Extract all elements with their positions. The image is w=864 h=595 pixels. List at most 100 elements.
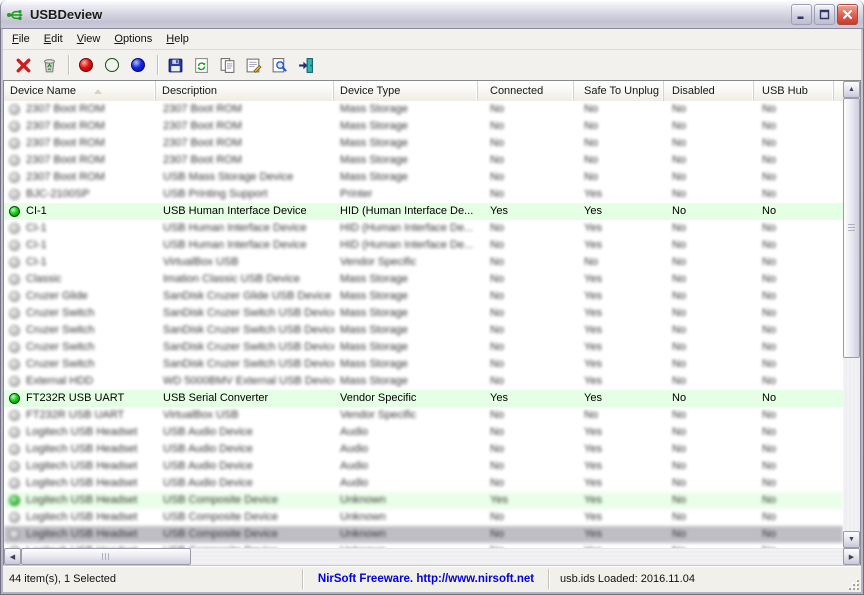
- horizontal-scroll-thumb[interactable]: [21, 548, 191, 565]
- device-status-icon: [9, 240, 20, 251]
- device-status-icon: [9, 257, 20, 268]
- device-row-2307-boot-rom[interactable]: 2307 Boot ROMUSB Mass Storage DeviceMass…: [4, 169, 843, 186]
- device-status-icon: [9, 206, 20, 217]
- device-list: Device NameDescriptionDevice TypeConnect…: [3, 80, 861, 566]
- column-header-description[interactable]: Description: [156, 81, 334, 101]
- status-item-count: 44 item(s), 1 Selected: [3, 566, 308, 592]
- device-row-logitech-usb-headset[interactable]: Logitech USB HeadsetUSB Audio DeviceAudi…: [4, 458, 843, 475]
- enable-device-button[interactable]: [100, 53, 124, 77]
- device-row-cruzer-switch[interactable]: Cruzer SwitchSanDisk Cruzer Switch USB D…: [4, 305, 843, 322]
- device-row-cruzer-switch[interactable]: Cruzer SwitchSanDisk Cruzer Switch USB D…: [4, 322, 843, 339]
- device-status-icon: [9, 529, 20, 540]
- vertical-scroll-thumb[interactable]: [843, 98, 860, 358]
- device-status-icon: [9, 189, 20, 200]
- scroll-down-button[interactable]: ▼: [843, 531, 860, 548]
- menu-help[interactable]: Help: [159, 31, 196, 47]
- menu-options[interactable]: Options: [107, 31, 159, 47]
- device-status-icon: [9, 138, 20, 149]
- recycle-bin-icon: [41, 57, 58, 74]
- scroll-left-button[interactable]: ◀: [4, 548, 21, 565]
- device-status-icon: [9, 410, 20, 421]
- blue-ball-icon: [131, 58, 145, 72]
- device-row-bjc-2100sp[interactable]: BJC-2100SPUSB Printing SupportPrinterNoY…: [4, 186, 843, 203]
- toolbar-separator: [68, 55, 69, 75]
- device-row-ci-1[interactable]: CI-1USB Human Interface DeviceHID (Human…: [4, 237, 843, 254]
- device-row-ci-1[interactable]: CI-1USB Human Interface DeviceHID (Human…: [4, 203, 843, 220]
- device-row-ft232r-usb-uart[interactable]: FT232R USB UARTVirtualBox USBVendor Spec…: [4, 407, 843, 424]
- device-row-external-hdd[interactable]: External HDDWD 5000BMV External USB Devi…: [4, 373, 843, 390]
- column-header-disabled[interactable]: Disabled: [664, 81, 754, 101]
- nirsoft-link[interactable]: NirSoft Freeware. http://www.nirsoft.net: [318, 573, 534, 585]
- device-status-icon: [9, 427, 20, 438]
- refresh-button[interactable]: [189, 53, 213, 77]
- device-status-icon: [9, 478, 20, 489]
- status-usbids: usb.ids Loaded: 2016.11.04: [550, 566, 845, 592]
- device-status-icon: [9, 325, 20, 336]
- uninstall-selected-button[interactable]: [11, 53, 35, 77]
- properties-button[interactable]: [241, 53, 265, 77]
- device-row-ci-1[interactable]: CI-1USB Human Interface DeviceHID (Human…: [4, 220, 843, 237]
- menu-edit[interactable]: Edit: [37, 31, 70, 47]
- device-row-logitech-usb-headset[interactable]: Logitech USB HeadsetUSB Composite Device…: [4, 509, 843, 526]
- exit-door-icon: [297, 57, 314, 74]
- device-status-icon: [9, 461, 20, 472]
- device-row-ft232r-usb-uart[interactable]: FT232R USB UARTUSB Serial ConverterVendo…: [4, 390, 843, 407]
- horizontal-scrollbar[interactable]: ◀ ▶: [4, 548, 860, 565]
- title-bar[interactable]: USBDeview: [0, 0, 864, 29]
- menu-bar: FileEditViewOptionsHelp: [3, 29, 861, 50]
- status-divider: [302, 569, 303, 589]
- app-usb-icon: [6, 7, 24, 23]
- device-row-logitech-usb-headset[interactable]: Logitech USB HeadsetUSB Audio DeviceAudi…: [4, 441, 843, 458]
- device-row-cruzer-switch[interactable]: Cruzer SwitchSanDisk Cruzer Switch USB D…: [4, 356, 843, 373]
- usbdeview-window: USBDeview FileEditViewOptionsHelp Device…: [0, 0, 864, 595]
- device-row-2307-boot-rom[interactable]: 2307 Boot ROM2307 Boot ROMMass StorageNo…: [4, 118, 843, 135]
- column-header-safe-to-unplug[interactable]: Safe To Unplug: [574, 81, 664, 101]
- sort-ascending-icon: [94, 89, 102, 94]
- save-button[interactable]: [163, 53, 187, 77]
- device-status-icon: [9, 376, 20, 387]
- disable-device-button[interactable]: [74, 53, 98, 77]
- find-button[interactable]: [267, 53, 291, 77]
- device-row-2307-boot-rom[interactable]: 2307 Boot ROM2307 Boot ROMMass StorageNo…: [4, 135, 843, 152]
- device-row-logitech-usb-headset[interactable]: Logitech USB HeadsetUSB Audio DeviceAudi…: [4, 424, 843, 441]
- device-row-logitech-usb-headset[interactable]: Logitech USB HeadsetUSB Audio DeviceAudi…: [4, 475, 843, 492]
- status-bar: 44 item(s), 1 Selected NirSoft Freeware.…: [3, 566, 861, 592]
- vertical-scrollbar[interactable]: ▲ ▼: [843, 81, 860, 548]
- device-row-logitech-usb-headset[interactable]: Logitech USB HeadsetUSB Composite Device…: [4, 526, 843, 543]
- red-ball-icon: [79, 58, 93, 72]
- close-button[interactable]: [837, 4, 858, 25]
- open-in-regedit-button[interactable]: [37, 53, 61, 77]
- resize-grip[interactable]: [847, 578, 860, 591]
- device-row-2307-boot-rom[interactable]: 2307 Boot ROM2307 Boot ROMMass StorageNo…: [4, 101, 843, 118]
- scroll-right-button[interactable]: ▶: [843, 548, 860, 565]
- column-header-usb-hub[interactable]: USB Hub: [754, 81, 834, 101]
- column-header-device-type[interactable]: Device Type: [334, 81, 478, 101]
- device-row-cruzer-switch[interactable]: Cruzer SwitchSanDisk Cruzer Switch USB D…: [4, 339, 843, 356]
- device-status-icon: [9, 104, 20, 115]
- menu-file[interactable]: File: [5, 31, 37, 47]
- column-header-connected[interactable]: Connected: [478, 81, 574, 101]
- window-title: USBDeview: [30, 7, 789, 22]
- device-status-icon: [9, 172, 20, 183]
- disable-enable-device-button[interactable]: [126, 53, 150, 77]
- device-row-cruzer-glide[interactable]: Cruzer GlideSanDisk Cruzer Glide USB Dev…: [4, 288, 843, 305]
- device-status-icon: [9, 155, 20, 166]
- column-header-device-name[interactable]: Device Name: [4, 81, 156, 101]
- green-ball-icon: [105, 58, 119, 72]
- device-row-ci-1[interactable]: CI-1VirtualBox USBVendor SpecificNoNoNoN…: [4, 254, 843, 271]
- device-status-icon: [9, 223, 20, 234]
- copy-button[interactable]: [215, 53, 239, 77]
- minimize-icon: [795, 8, 808, 21]
- device-row-2307-boot-rom[interactable]: 2307 Boot ROM2307 Boot ROMMass StorageNo…: [4, 152, 843, 169]
- close-icon: [841, 8, 854, 21]
- delete-icon: [15, 57, 32, 74]
- device-row-classic[interactable]: ClassicImation Classic USB DeviceMass St…: [4, 271, 843, 288]
- properties-icon: [245, 57, 262, 74]
- scroll-up-button[interactable]: ▲: [843, 81, 860, 98]
- maximize-button[interactable]: [814, 4, 835, 25]
- device-rows: 2307 Boot ROM2307 Boot ROMMass StorageNo…: [4, 101, 843, 548]
- menu-view[interactable]: View: [70, 31, 108, 47]
- device-row-logitech-usb-headset[interactable]: Logitech USB HeadsetUSB Composite Device…: [4, 492, 843, 509]
- exit-button[interactable]: [293, 53, 317, 77]
- minimize-button[interactable]: [791, 4, 812, 25]
